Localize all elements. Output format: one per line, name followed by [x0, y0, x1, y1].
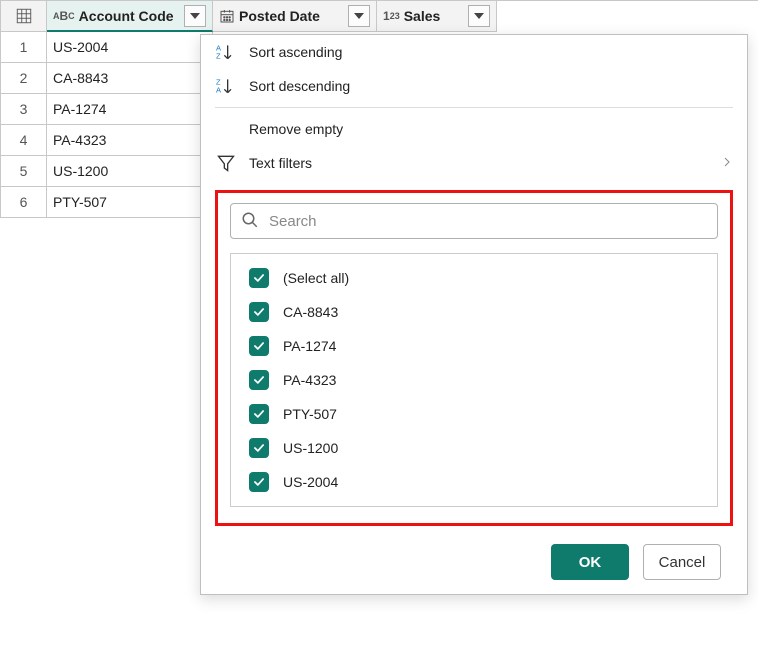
- checkbox-checked-icon[interactable]: [249, 268, 269, 288]
- row-number: 6: [1, 187, 47, 218]
- chevron-right-icon: [721, 155, 733, 171]
- cancel-button[interactable]: Cancel: [643, 544, 721, 580]
- row-number: 2: [1, 63, 47, 94]
- svg-text:Z: Z: [216, 52, 221, 61]
- sort-ascending-item[interactable]: AZ Sort ascending: [201, 35, 747, 69]
- row-number: 4: [1, 125, 47, 156]
- filter-value-item[interactable]: US-2004: [249, 472, 699, 492]
- filter-value-label: US-2004: [283, 474, 338, 490]
- search-icon: [241, 211, 259, 232]
- cell-account-code[interactable]: PA-4323: [47, 125, 213, 156]
- column-header-account-code[interactable]: ABC Account Code: [47, 1, 213, 32]
- filter-value-item[interactable]: CA-8843: [249, 302, 699, 322]
- filter-value-label: (Select all): [283, 270, 349, 286]
- button-label: Cancel: [659, 554, 706, 571]
- checkbox-checked-icon[interactable]: [249, 438, 269, 458]
- filter-value-label: CA-8843: [283, 304, 338, 320]
- number-type-icon: 123: [383, 9, 400, 23]
- filter-value-item[interactable]: PA-4323: [249, 370, 699, 390]
- column-header-sales[interactable]: 123 Sales: [377, 1, 497, 32]
- filter-value-label: US-1200: [283, 440, 338, 456]
- filter-value-item[interactable]: US-1200: [249, 438, 699, 458]
- search-input[interactable]: [267, 212, 707, 231]
- column-label: Sales: [404, 8, 441, 24]
- filter-search-field[interactable]: [230, 203, 718, 239]
- remove-empty-item[interactable]: Remove empty: [201, 112, 747, 146]
- column-filter-button-account-code[interactable]: [184, 5, 206, 27]
- text-filters-item[interactable]: Text filters: [201, 146, 747, 180]
- row-number: 3: [1, 94, 47, 125]
- menu-label: Remove empty: [249, 121, 343, 137]
- filter-value-item[interactable]: (Select all): [249, 268, 699, 288]
- filter-value-item[interactable]: PTY-507: [249, 404, 699, 424]
- ok-button[interactable]: OK: [551, 544, 629, 580]
- button-label: OK: [579, 554, 602, 571]
- header-row: ABC Account Code Posted Date 123 Sales: [1, 1, 758, 32]
- filter-value-label: PA-4323: [283, 372, 336, 388]
- menu-label: Sort ascending: [249, 44, 342, 60]
- filter-value-list: (Select all) CA-8843 PA-1274 PA-4323 PTY-507…: [230, 253, 718, 507]
- sort-descending-item[interactable]: ZA Sort descending: [201, 69, 747, 103]
- cell-account-code[interactable]: PTY-507: [47, 187, 213, 218]
- dialog-button-row: OK Cancel: [201, 526, 747, 580]
- filter-value-label: PTY-507: [283, 406, 337, 422]
- svg-text:A: A: [216, 86, 221, 95]
- checkbox-checked-icon[interactable]: [249, 404, 269, 424]
- checkbox-checked-icon[interactable]: [249, 370, 269, 390]
- checkbox-checked-icon[interactable]: [249, 472, 269, 492]
- text-type-icon: ABC: [53, 9, 75, 23]
- column-label: Account Code: [79, 8, 174, 24]
- menu-label: Sort descending: [249, 78, 350, 94]
- cell-account-code[interactable]: PA-1274: [47, 94, 213, 125]
- date-type-icon: [219, 8, 235, 24]
- cell-account-code[interactable]: US-1200: [47, 156, 213, 187]
- filter-dropdown-panel: AZ Sort ascending ZA Sort descending Rem…: [200, 34, 748, 595]
- menu-label: Text filters: [249, 155, 312, 171]
- checkbox-checked-icon[interactable]: [249, 336, 269, 356]
- filter-values-highlight: (Select all) CA-8843 PA-1274 PA-4323 PTY-507…: [215, 190, 733, 526]
- row-number: 1: [1, 32, 47, 63]
- column-filter-button-posted-date[interactable]: [348, 5, 370, 27]
- column-filter-button-sales[interactable]: [468, 5, 490, 27]
- sort-desc-icon: ZA: [215, 76, 237, 96]
- row-number: 5: [1, 156, 47, 187]
- column-label: Posted Date: [239, 8, 320, 24]
- filter-value-label: PA-1274: [283, 338, 336, 354]
- sort-asc-icon: AZ: [215, 42, 237, 62]
- checkbox-checked-icon[interactable]: [249, 302, 269, 322]
- column-header-posted-date[interactable]: Posted Date: [213, 1, 377, 32]
- table-corner-icon[interactable]: [1, 1, 47, 32]
- menu-separator: [215, 107, 733, 108]
- filter-value-item[interactable]: PA-1274: [249, 336, 699, 356]
- funnel-icon: [215, 153, 237, 173]
- cell-account-code[interactable]: US-2004: [47, 32, 213, 63]
- cell-account-code[interactable]: CA-8843: [47, 63, 213, 94]
